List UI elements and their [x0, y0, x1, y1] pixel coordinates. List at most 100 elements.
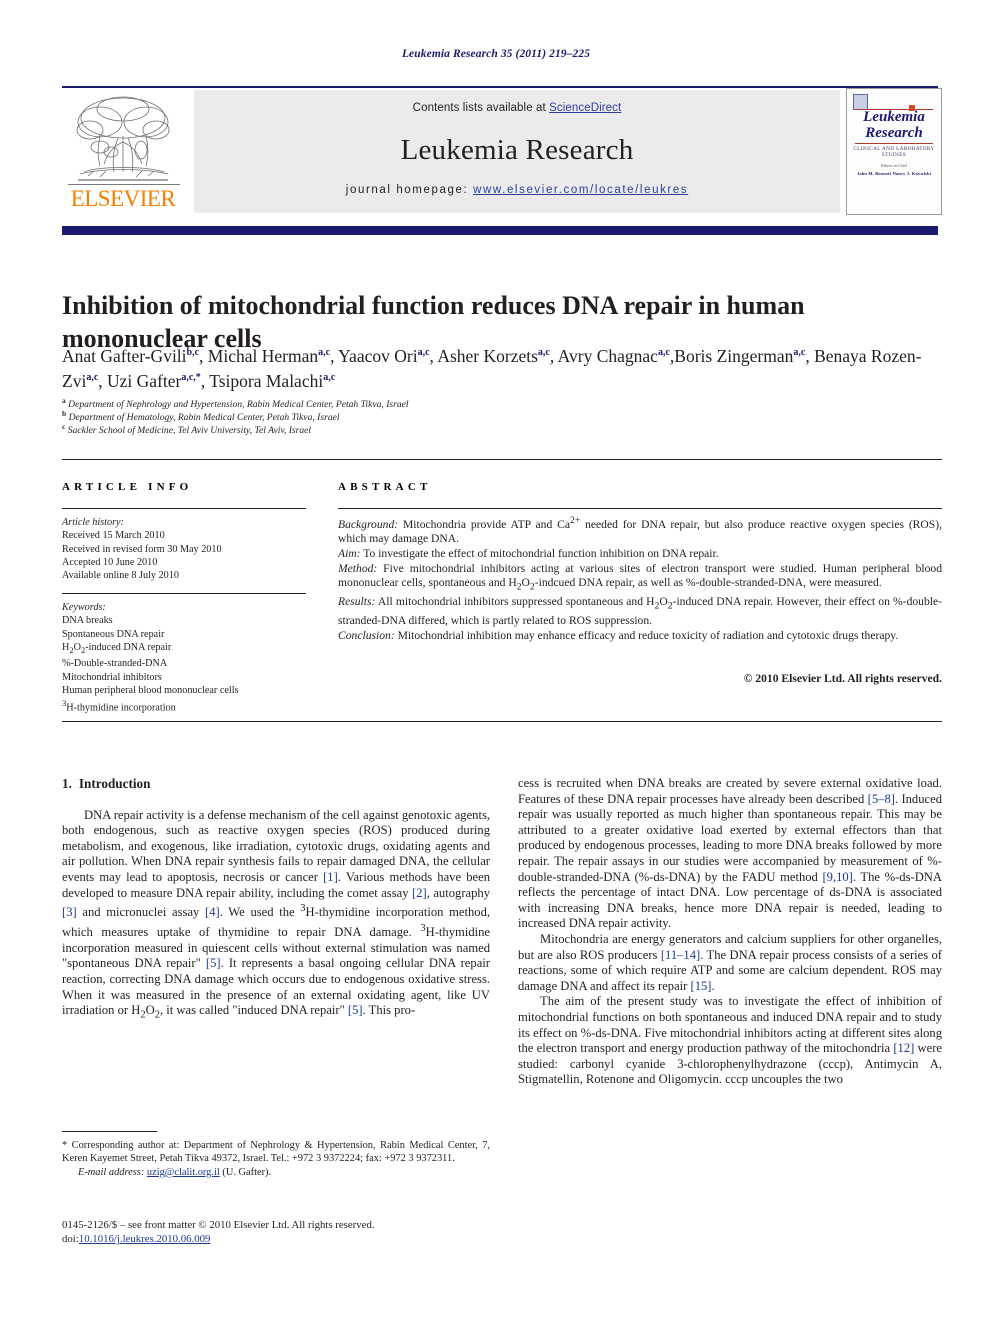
affiliation-item: c Sackler School of Medicine, Tel Aviv U… — [62, 422, 312, 437]
article-history-item: Available online 8 July 2010 — [62, 570, 179, 582]
email-line: E-mail address: uzig@clalit.org.il (U. G… — [78, 1166, 272, 1178]
keywords-rule — [62, 593, 306, 594]
citation-ref[interactable]: [5] — [348, 1003, 363, 1017]
keyword-item: H2O2-induced DNA repair — [62, 641, 172, 655]
journal-homepage-line: journal homepage: www.elsevier.com/locat… — [194, 184, 840, 196]
article-history-label: Article history: — [62, 517, 124, 528]
elsevier-logo: ELSEVIER — [62, 92, 184, 212]
abstract-copyright: © 2010 Elsevier Ltd. All rights reserved… — [743, 672, 942, 685]
doi-line: doi:10.1016/j.leukres.2010.06.009 — [62, 1232, 522, 1246]
affiliation-item: a Department of Nephrology and Hypertens… — [62, 395, 409, 410]
article-history-item: Received in revised form 30 May 2010 — [62, 543, 222, 555]
abstract-section-label: Aim: — [338, 547, 361, 561]
citation-ref[interactable]: [1] — [323, 870, 338, 884]
keyword-item: DNA breaks — [62, 615, 113, 627]
cover-editor-names: John M. Bennett Nancy J. Kowalski — [856, 171, 932, 176]
body-paragraph: cess is recruited when DNA breaks are cr… — [518, 776, 943, 931]
author-affiliation-mark: a,c — [537, 347, 550, 359]
author-name: Uzi Gafter — [107, 371, 182, 391]
author-name: Yaacov Ori — [338, 346, 418, 366]
body-paragraph: Mitochondria are energy generators and c… — [518, 931, 942, 993]
article-page: Leukemia Research 35 (2011) 219–225 ELSE… — [0, 0, 992, 1323]
affiliation-mark: a — [62, 395, 66, 405]
journal-homepage-link[interactable]: www.elsevier.com/locate/leukres — [473, 184, 688, 196]
cover-publisher-mark-icon — [853, 94, 868, 110]
elsevier-wordmark: ELSEVIER — [70, 186, 176, 211]
section-number: 1. — [62, 776, 72, 791]
email-link[interactable]: uzig@clalit.org.il — [147, 1167, 220, 1178]
email-label: E-mail address: — [78, 1166, 145, 1178]
author-affiliation-mark: a,c,* — [181, 372, 201, 384]
citation-ref[interactable]: [9,10] — [822, 870, 852, 884]
cover-rule-bottom — [855, 143, 933, 144]
citation-ref[interactable]: [3] — [62, 905, 77, 919]
article-history-item: Accepted 10 June 2010 — [62, 556, 158, 568]
body-column-left: 1. Introduction DNA repair activity is a … — [62, 776, 490, 1023]
author-affiliation-mark: a,c — [323, 372, 336, 384]
article-history-block: Article history: Received 15 March 2010 R… — [62, 516, 312, 582]
abstract-body: Background: Mitochondria provide ATP and… — [338, 514, 942, 643]
section-heading-introduction: 1. Introduction — [62, 776, 490, 792]
abstract-section: Results: All mitochondrial inhibitors su… — [338, 595, 942, 628]
corresponding-star: * — [62, 1140, 68, 1151]
body-paragraph: DNA repair activity is a defense mechani… — [62, 807, 491, 1021]
citation-ref[interactable]: [11–14] — [661, 948, 700, 962]
journal-masthead: ELSEVIER Contents lists available at Sci… — [62, 88, 942, 215]
affiliation-item: b Department of Hematology, Rabin Medica… — [62, 409, 340, 424]
author-affiliation-mark: a,c — [417, 347, 430, 359]
abstract-section: Method: Five mitochondrial inhibitors ac… — [338, 561, 942, 593]
keywords-block: Keywords: DNA breaks Spontaneous DNA repa… — [62, 601, 312, 715]
imprint-block: 0145-2126/$ – see front matter © 2010 El… — [62, 1218, 522, 1247]
elsevier-logo-rule — [68, 184, 180, 185]
abstract-section: Background: Mitochondria provide ATP and… — [338, 515, 942, 546]
contents-list-line: Contents lists available at ScienceDirec… — [194, 102, 840, 114]
author-name: Tsipora Malachi — [209, 371, 324, 391]
masthead-bottom-bar — [62, 226, 938, 235]
article-history-items: Received 15 March 2010 Received in revise… — [62, 529, 312, 582]
author-affiliation-mark: a,c — [86, 372, 99, 384]
corresponding-author-note: * Corresponding author at: Department of… — [62, 1139, 490, 1179]
keyword-item: %-Double-stranded-DNA — [62, 658, 168, 670]
masthead-panel: Contents lists available at ScienceDirec… — [194, 90, 840, 213]
journal-title: Leukemia Research — [400, 134, 634, 166]
citation-ref[interactable]: [4] — [205, 905, 220, 919]
cover-title-line1: Leukemia — [863, 109, 925, 125]
journal-cover-thumbnail[interactable]: Leukemia Research CLINICAL AND LABORATOR… — [846, 88, 942, 215]
keyword-item: 3H-thymidine incorporation — [62, 698, 176, 714]
running-head: Leukemia Research 35 (2011) 219–225 — [401, 48, 591, 60]
keywords-label: Keywords: — [62, 602, 106, 613]
keyword-item: Spontaneous DNA repair — [62, 628, 165, 640]
citation-ref[interactable]: [2] — [412, 886, 427, 900]
author-name: Avry Chagnac — [557, 346, 658, 366]
author-list: Anat Gafter-Gvilib,c, Michal Hermana,c, … — [62, 346, 922, 391]
citation-ref[interactable]: [12] — [893, 1041, 914, 1055]
abstract-section-label: Method: — [338, 561, 378, 575]
author-name: Boris Zingerman — [674, 346, 794, 366]
abstract-section: Conclusion: Mitochondrial inhibition may… — [338, 628, 899, 642]
article-history-item: Received 15 March 2010 — [62, 530, 165, 542]
doi-link[interactable]: 10.1016/j.leukres.2010.06.009 — [79, 1233, 211, 1245]
cover-title-line2: Research — [865, 125, 923, 141]
article-info-heading: ARTICLE INFO — [62, 481, 193, 493]
keyword-items: DNA breaks Spontaneous DNA repair H2O2-ind… — [62, 614, 312, 715]
citation-ref[interactable]: [5] — [206, 956, 221, 970]
footnote-rule — [62, 1131, 157, 1132]
cover-subtitle: CLINICAL AND LABORATORY STUDIES — [853, 146, 935, 158]
citation-ref[interactable]: [15] — [691, 979, 712, 993]
citation-ref[interactable]: [5–8] — [868, 792, 895, 806]
affiliation-list: a Department of Nephrology and Hypertens… — [62, 395, 762, 438]
abstract-bottom-rule — [62, 721, 942, 722]
author-name: Asher Korzets — [437, 346, 538, 366]
issn-line: 0145-2126/$ – see front matter © 2010 El… — [62, 1219, 375, 1231]
abstract-section: Aim: To investigate the effect of mitoch… — [338, 547, 719, 561]
elsevier-tree-icon — [76, 96, 170, 181]
section-title: Introduction — [78, 776, 151, 791]
author-affiliation-mark: a,c — [318, 347, 331, 359]
author-affiliation-mark: a,c — [793, 347, 806, 359]
body-column-right: cess is recruited when DNA breaks are cr… — [518, 776, 942, 1088]
sciencedirect-link[interactable]: ScienceDirect — [549, 102, 621, 114]
affiliation-mark: c — [62, 422, 66, 432]
abstract-section-label: Conclusion: — [338, 628, 395, 642]
doi-label: doi: — [62, 1233, 79, 1246]
abstract-section-label: Background: — [338, 517, 399, 531]
